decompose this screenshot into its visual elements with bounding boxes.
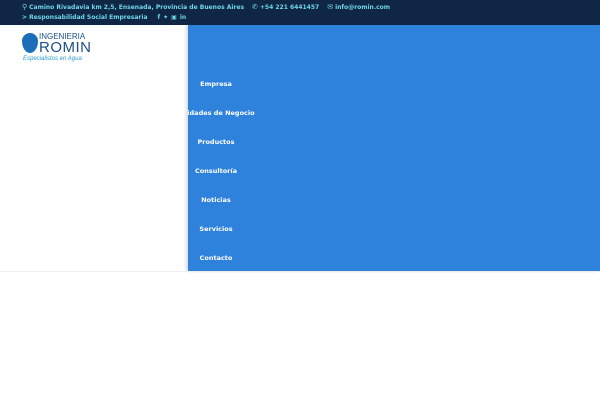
header-divider — [0, 271, 600, 272]
logo-line2: ROMIN — [39, 39, 92, 56]
address: ⚲ Camino Rivadavia km 2,5, Ensenada, Prov… — [22, 3, 245, 11]
map-pin-icon: ⚲ — [22, 3, 28, 11]
menu-item-consultoria[interactable]: Consultoría — [188, 167, 304, 175]
menu-item-unidades-de-negocio[interactable]: Unidades de Negocio — [188, 109, 304, 117]
menu-item-servicios[interactable]: Servicios — [188, 225, 304, 233]
menu-item-contacto[interactable]: Contacto — [188, 254, 304, 262]
phone-icon: ✆ — [252, 3, 258, 11]
logo[interactable]: INGENIERIA ROMIN Especialistos en Agua — [22, 31, 102, 65]
top-bar: ⚲ Camino Rivadavia km 2,5, Ensenada, Prov… — [0, 0, 600, 25]
drop-logo-icon — [22, 33, 38, 53]
facebook-icon[interactable]: f — [158, 14, 161, 21]
phone[interactable]: ✆ +54 221 6441457 — [252, 3, 319, 11]
instagram-icon[interactable]: ▣ — [171, 14, 177, 21]
envelope-icon: ✉ — [327, 3, 334, 11]
menu-item-noticias[interactable]: Noticias — [188, 196, 304, 204]
twitter-icon[interactable]: ✦ — [163, 14, 168, 21]
linkedin-icon[interactable]: in — [180, 14, 186, 21]
email[interactable]: ✉ info@romin.com — [327, 3, 390, 11]
menu-item-productos[interactable]: Productos — [188, 138, 304, 146]
menu-item-empresa[interactable]: Empresa — [188, 80, 304, 88]
logo-tagline: Especialistos en Agua — [23, 56, 82, 62]
mobile-menu-panel: Empresa Unidades de Negocio Productos Co… — [188, 25, 600, 271]
rse-link[interactable]: > Responsabilidad Social Empresaria — [22, 14, 148, 21]
